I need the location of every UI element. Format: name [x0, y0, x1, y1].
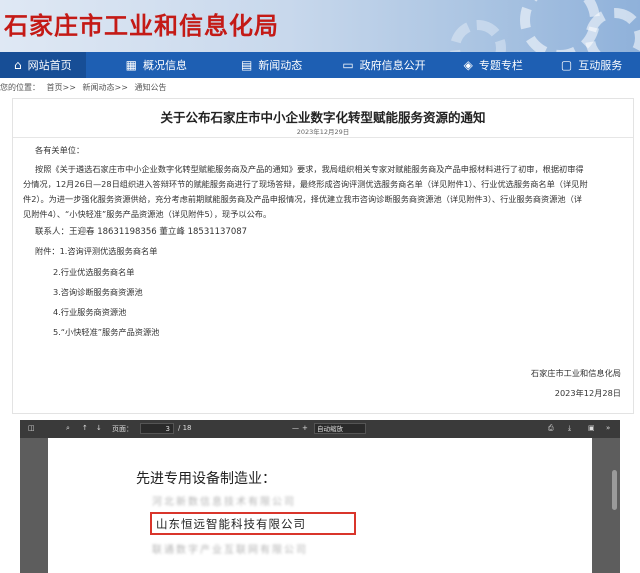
bookmark-icon[interactable]: ▣ — [588, 424, 595, 432]
contact-line: 联系人：王迎春 18631198356 董立峰 18531137087 — [35, 227, 248, 237]
page-total: / 18 — [178, 424, 192, 432]
blurred-company-row: 河北新数信息技术有限公司 — [152, 497, 296, 508]
print-icon[interactable]: ⎙ — [548, 424, 554, 433]
pdf-viewer: ◫ ⌕ ↑ ↓ 页面： 3 / 18 — + 自动缩放 ⎙ ⤓ ▣ » 先进专用… — [20, 420, 620, 573]
sign-date: 2023年12月28日 — [554, 388, 621, 398]
pdf-page: 先进专用设备制造业： 河北新数信息技术有限公司 山东恒远智能科技有限公司 联通数… — [48, 438, 592, 573]
more-tools-icon[interactable]: » — [606, 424, 610, 432]
breadcrumb-item-notices[interactable]: 通知公告 — [134, 83, 166, 92]
gear-decoration-icon — [450, 20, 506, 52]
zoom-out-icon[interactable]: — — [292, 424, 299, 432]
nav-item-home[interactable]: ⌂ 网站首页 — [0, 52, 86, 78]
nav-label: 互动服务 — [578, 59, 623, 72]
sidebar-toggle-icon[interactable]: ◫ — [28, 424, 35, 432]
body-line-2: 分情况，12月26日—28日组织进入答辩环节的赋能服务商进行了现场答辩，最终形成… — [23, 179, 588, 189]
body-line-4: 见附件4）、“小快轻准”服务产品资源池（详见附件5），现予以公布。 — [23, 209, 272, 219]
zoom-in-icon[interactable]: + — [302, 424, 308, 432]
attachment-4[interactable]: 4.行业服务商资源池 — [53, 306, 126, 318]
article-panel: 关于公布石家庄市中小企业数字化转型赋能服务资源的通知 2023年12月29日 各… — [12, 98, 634, 414]
nav-label: 网站首页 — [27, 59, 72, 72]
pdf-toolbar: ◫ ⌕ ↑ ↓ 页面： 3 / 18 — + 自动缩放 ⎙ ⤓ ▣ » — [20, 420, 620, 438]
blurred-company-row: 联通数字产业互联网有限公司 — [152, 545, 308, 556]
site-banner: 石家庄市工业和信息化局 — [0, 0, 640, 52]
breadcrumb-prefix: 您的位置： — [0, 83, 40, 92]
pdf-section-heading: 先进专用设备制造业： — [136, 471, 276, 487]
highlighted-company: 山东恒远智能科技有限公司 — [156, 517, 306, 531]
nav-label: 新闻动态 — [258, 59, 303, 72]
attachment-1[interactable]: 附件：1.咨询评测优选服务商名单 — [35, 245, 157, 257]
nav-item-topics[interactable]: ◈ 专题专栏 — [440, 52, 537, 78]
nav-label: 政府信息公开 — [359, 59, 426, 72]
nav-label: 概况信息 — [142, 59, 187, 72]
nav-label: 专题专栏 — [478, 59, 523, 72]
next-page-icon[interactable]: ↓ — [96, 424, 102, 432]
prev-page-icon[interactable]: ↑ — [82, 424, 88, 432]
nav-item-news[interactable]: ▤ 新闻动态 — [201, 52, 316, 78]
download-icon[interactable]: ⤓ — [568, 424, 571, 433]
site-title: 石家庄市工业和信息化局 — [4, 11, 279, 40]
body-line-3: 件2）。为进一步强化服务资源供给，充分考虑前期赋能服务商及产品申报情况，择优建立… — [23, 194, 582, 204]
newspaper-icon: ▤ — [240, 58, 253, 72]
search-icon[interactable]: ⌕ — [66, 424, 70, 433]
layers-icon: ◈ — [463, 58, 473, 72]
chat-icon: ▢ — [560, 58, 573, 72]
page-label: 页面： — [112, 425, 133, 433]
attachment-2[interactable]: 2.行业优选服务商名单 — [53, 266, 135, 278]
nav-item-interaction[interactable]: ▢ 互动服务 — [537, 52, 636, 78]
zoom-select[interactable]: 自动缩放 — [314, 423, 366, 434]
breadcrumb: 您的位置： 首页>> 新闻动态>> 通知公告 — [0, 82, 170, 93]
nav-item-overview[interactable]: ▦ 概况信息 — [86, 52, 201, 78]
grid-icon: ▦ — [125, 58, 137, 72]
monitor-icon: ▭ — [342, 58, 354, 72]
body-line-1: 按照《关于遴选石家庄市中小企业数字化转型赋能服务商及产品的通知》要求，我局组织相… — [35, 164, 584, 174]
attachment-5[interactable]: 5.“小快轻准”服务产品资源池 — [53, 326, 159, 338]
signature: 石家庄市工业和信息化局 — [530, 368, 621, 378]
main-nav: ⌂ 网站首页 ▦ 概况信息 ▤ 新闻动态 ▭ 政府信息公开 ◈ 专题专栏 ▢ 互动服务 — [0, 52, 640, 78]
article-title: 关于公布石家庄市中小企业数字化转型赋能服务资源的通知 — [160, 110, 486, 125]
title-divider — [13, 137, 633, 138]
breadcrumb-item-news[interactable]: 新闻动态>> — [83, 83, 128, 92]
article-date: 2023年12月29日 — [296, 128, 350, 136]
nav-item-gov-info[interactable]: ▭ 政府信息公开 — [316, 52, 439, 78]
home-icon: ⌂ — [14, 58, 22, 72]
pdf-scrollbar[interactable] — [612, 470, 617, 510]
page-number-input[interactable]: 3 — [140, 423, 174, 434]
greeting: 各有关单位： — [35, 145, 85, 155]
breadcrumb-item-home[interactable]: 首页>> — [47, 83, 76, 92]
attachment-3[interactable]: 3.咨询诊断服务商资源池 — [53, 286, 143, 298]
